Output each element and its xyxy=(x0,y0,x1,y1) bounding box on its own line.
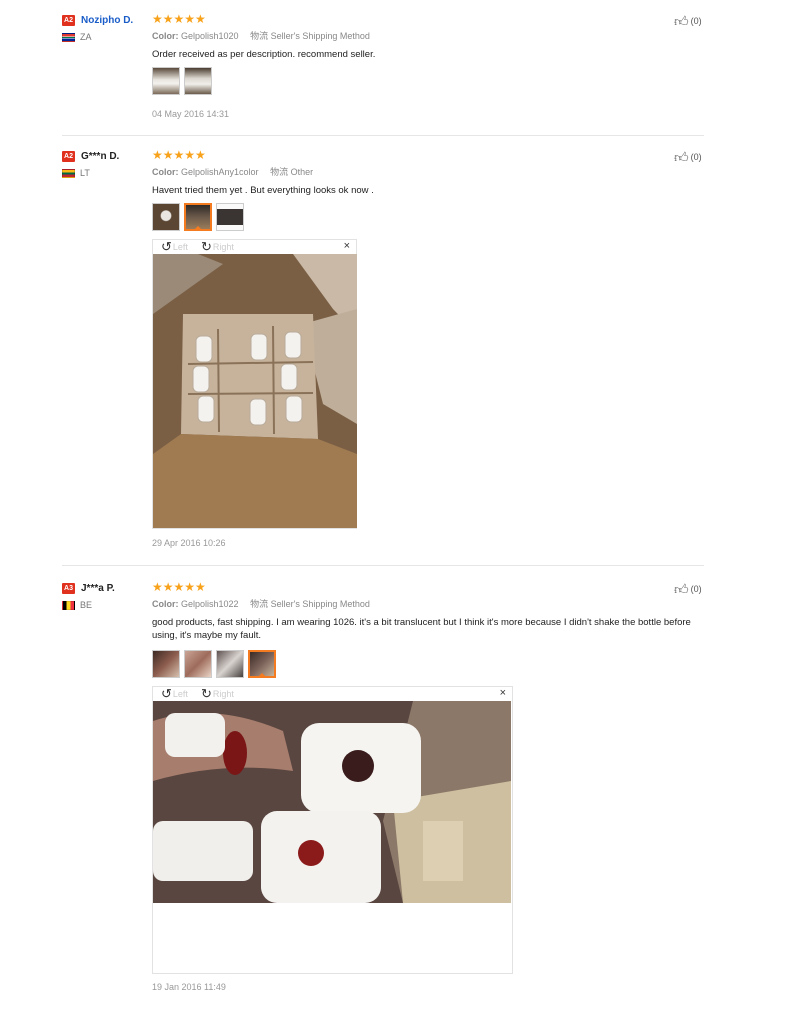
review-photo-large xyxy=(153,701,511,903)
order-info: Color: GelpolishAny1color 物流 Other xyxy=(152,166,704,178)
review-divider xyxy=(62,135,704,136)
country-code: BE xyxy=(80,600,93,610)
rotate-right-button[interactable]: ↻ Right xyxy=(201,240,234,253)
country-flag-icon xyxy=(62,32,75,42)
like-button[interactable]: 👍︎ (0) xyxy=(674,14,702,28)
star-rating: ★★★★★ xyxy=(152,12,206,26)
photo-viewer: ↺ Left ↻ Right × xyxy=(152,686,513,974)
like-button[interactable]: 👍︎ (0) xyxy=(674,150,702,164)
rotate-right-label: Right xyxy=(212,689,234,699)
photo-thumbnail[interactable] xyxy=(216,203,244,231)
photo-thumbnail[interactable] xyxy=(152,67,180,95)
review-body: ★★★★★ Color: Gelpolish1022 物流 Seller's S… xyxy=(152,581,704,678)
review-date: 29 Apr 2016 10:26 xyxy=(152,538,226,548)
shipping-label: 物流 xyxy=(250,599,269,609)
thumbs-up-icon[interactable]: 👍︎ xyxy=(674,582,689,596)
photo-thumbnails xyxy=(152,67,704,95)
star-rating: ★★★★★ xyxy=(152,580,206,594)
review-date: 19 Jan 2016 11:49 xyxy=(152,982,226,992)
photo-thumbnail[interactable] xyxy=(152,203,180,231)
buyer-level-badge: A3 xyxy=(62,582,75,594)
country-code: LT xyxy=(80,168,90,178)
reviewer-name[interactable]: Nozipho D. xyxy=(81,15,133,26)
photo-thumbnail[interactable] xyxy=(184,67,212,95)
star-rating: ★★★★★ xyxy=(152,148,206,162)
viewer-toolbar: ↺ Left ↻ Right × xyxy=(153,687,512,701)
rotate-right-icon[interactable]: ↻ xyxy=(201,240,212,253)
reviewer-name[interactable]: J***a P. xyxy=(81,583,115,594)
shipping-value: Seller's Shipping Method xyxy=(270,599,370,609)
rotate-left-icon[interactable]: ↺ xyxy=(161,240,172,253)
color-value: Gelpolish1020 xyxy=(181,31,239,41)
like-count: (0) xyxy=(690,584,702,594)
photo-thumbnail[interactable] xyxy=(216,650,244,678)
shipping-label: 物流 xyxy=(250,31,269,41)
photo-thumbnails xyxy=(152,650,704,678)
review-body: ★★★★★ Color: GelpolishAny1color 物流 Other… xyxy=(152,149,704,231)
color-value: Gelpolish1022 xyxy=(181,599,239,609)
order-info: Color: Gelpolish1022 物流 Seller's Shippin… xyxy=(152,598,704,610)
rotate-left-button[interactable]: ↺ Left xyxy=(161,687,188,700)
shipping-value: Seller's Shipping Method xyxy=(270,31,370,41)
buyer-level-badge: A2 xyxy=(62,14,75,26)
shipping-label: 物流 xyxy=(270,167,289,177)
review-date: 04 May 2016 14:31 xyxy=(152,109,230,119)
rotate-left-label: Left xyxy=(172,242,188,252)
color-label: Color: xyxy=(152,599,179,609)
photo-thumbnail[interactable] xyxy=(184,650,212,678)
reviewer-name[interactable]: G***n D. xyxy=(81,151,119,162)
like-count: (0) xyxy=(690,152,702,162)
reviewer-info: A2 G***n D. LT xyxy=(62,149,148,179)
reviewer-info: A3 J***a P. BE xyxy=(62,581,148,611)
review-body: ★★★★★ Color: Gelpolish1020 物流 Seller's S… xyxy=(152,13,704,95)
color-label: Color: xyxy=(152,167,179,177)
rotate-left-button[interactable]: ↺ Left xyxy=(161,240,188,253)
rotate-left-label: Left xyxy=(172,689,188,699)
close-icon[interactable]: × xyxy=(500,687,506,700)
reviewer-info: A2 Nozipho D. ZA xyxy=(62,13,148,43)
country-flag-icon xyxy=(62,168,75,178)
like-count: (0) xyxy=(690,16,702,26)
viewer-toolbar: ↺ Left ↻ Right × xyxy=(153,240,356,254)
rotate-right-label: Right xyxy=(212,242,234,252)
thumbs-up-icon[interactable]: 👍︎ xyxy=(674,150,689,164)
like-button[interactable]: 👍︎ (0) xyxy=(674,582,702,596)
rotate-right-icon[interactable]: ↻ xyxy=(201,687,212,700)
shipping-value: Other xyxy=(290,167,314,177)
country-code: ZA xyxy=(80,32,92,42)
rotate-right-button[interactable]: ↻ Right xyxy=(201,687,234,700)
country-flag-icon xyxy=(62,600,75,610)
color-value: GelpolishAny1color xyxy=(181,167,259,177)
photo-thumbnail-selected[interactable] xyxy=(184,203,212,231)
nail-polish-bottles-image xyxy=(153,701,511,903)
review-photo-large xyxy=(153,254,357,528)
rotate-left-icon[interactable]: ↺ xyxy=(161,687,172,700)
box-of-bottles-image xyxy=(153,254,357,528)
photo-thumbnail-selected[interactable] xyxy=(248,650,276,678)
photo-viewer: ↺ Left ↻ Right × xyxy=(152,239,357,529)
photo-thumbnails xyxy=(152,203,704,231)
color-label: Color: xyxy=(152,31,179,41)
photo-thumbnail[interactable] xyxy=(152,650,180,678)
review-text: good products, fast shipping. I am weari… xyxy=(152,617,691,641)
review-text: Order received as per description. recom… xyxy=(152,49,376,60)
review-text: Havent tried them yet . But everything l… xyxy=(152,185,374,196)
thumbs-up-icon[interactable]: 👍︎ xyxy=(674,14,689,28)
buyer-level-badge: A2 xyxy=(62,150,75,162)
review-divider xyxy=(62,565,704,566)
order-info: Color: Gelpolish1020 物流 Seller's Shippin… xyxy=(152,30,704,42)
close-icon[interactable]: × xyxy=(344,240,350,253)
